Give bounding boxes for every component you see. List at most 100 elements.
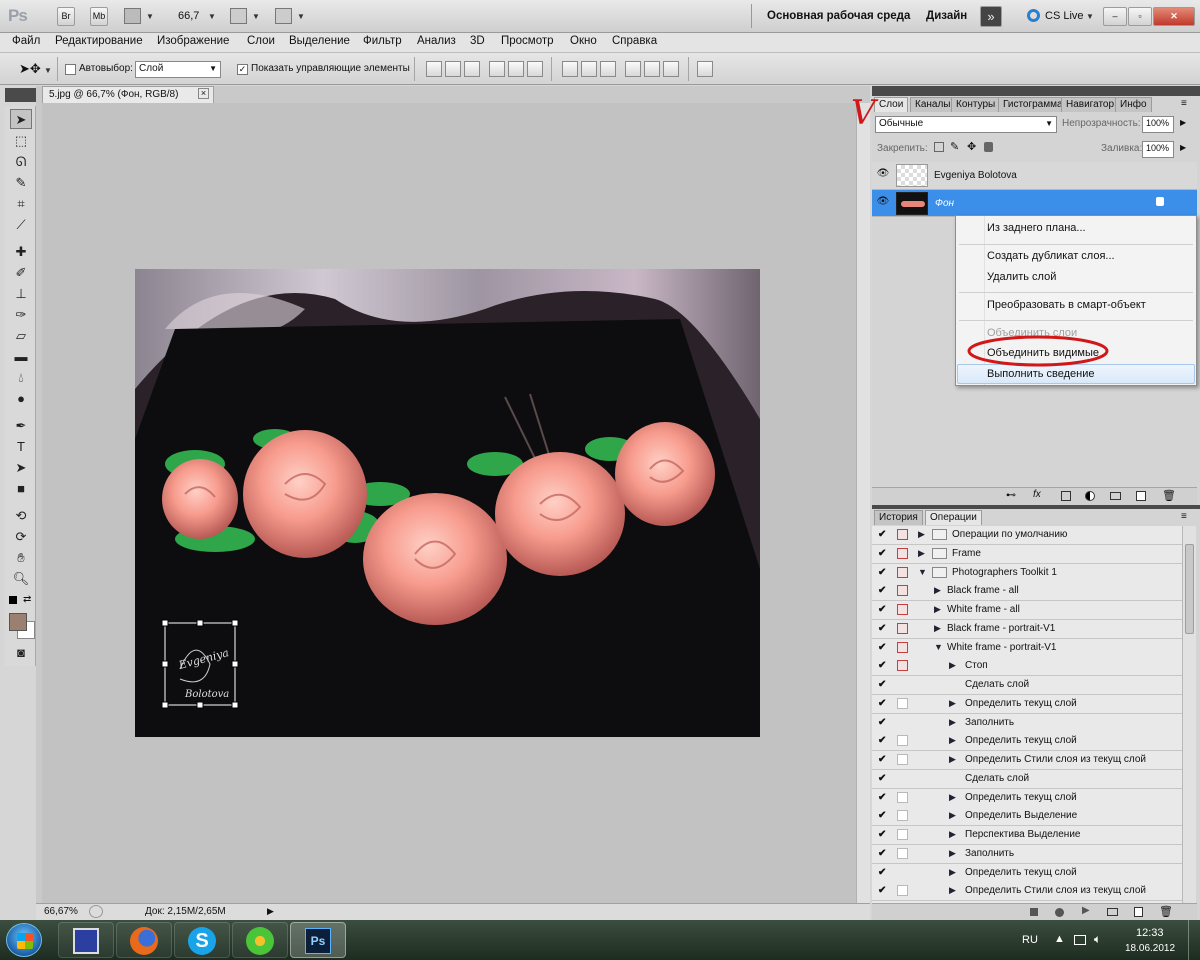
- eye-icon[interactable]: 👁︎: [876, 168, 890, 182]
- context-item-duplicate-layer[interactable]: Создать дубликат слоя...: [987, 250, 1115, 262]
- context-item-flatten-image[interactable]: Выполнить сведение: [987, 368, 1095, 380]
- history-brush-tool-icon[interactable]: ✑: [10, 305, 32, 325]
- chevron-right-icon[interactable]: ▶: [934, 585, 941, 596]
- toggle-checkmark-icon[interactable]: ✔: [878, 792, 889, 803]
- menu-analysis[interactable]: Анализ: [417, 35, 456, 47]
- menu-3d[interactable]: 3D: [470, 35, 485, 47]
- play-icon[interactable]: ▶: [1082, 905, 1090, 916]
- menu-filter[interactable]: Фильтр: [363, 35, 402, 47]
- autoselect-checkbox[interactable]: [65, 64, 76, 75]
- tab-histogram[interactable]: Гистограмма: [998, 97, 1068, 112]
- lock-position-icon[interactable]: ✥: [967, 140, 976, 153]
- toolbox-header[interactable]: [5, 88, 36, 102]
- brush-tool-icon[interactable]: ✐: [10, 263, 32, 283]
- pen-tool-icon[interactable]: ✒: [10, 416, 32, 436]
- clock-time[interactable]: 12:33: [1136, 927, 1164, 939]
- action-row[interactable]: ✔ ▶ Black frame - portrait-V1: [872, 620, 1182, 639]
- healing-brush-tool-icon[interactable]: ✚: [10, 242, 32, 262]
- toggle-checkmark-icon[interactable]: ✔: [878, 604, 889, 615]
- chevron-right-icon[interactable]: ▶: [918, 529, 925, 540]
- dialog-toggle-icon[interactable]: [897, 548, 908, 559]
- toggle-checkmark-icon[interactable]: ✔: [878, 623, 889, 634]
- action-step-row[interactable]: ✔ ▶ Стоп: [872, 657, 1182, 676]
- toggle-checkmark-icon[interactable]: ✔: [878, 660, 889, 671]
- 3d-orbit-tool-icon[interactable]: ⟳: [10, 527, 32, 547]
- move-tool-icon[interactable]: ➤: [10, 109, 32, 129]
- toggle-checkmark-icon[interactable]: ✔: [878, 567, 889, 578]
- toggle-checkmark-icon[interactable]: ✔: [878, 679, 889, 690]
- context-item-delete-layer[interactable]: Удалить слой: [987, 271, 1056, 283]
- dialog-toggle-icon[interactable]: [897, 698, 908, 709]
- action-step-row[interactable]: ✔ ▶ Определить текущ слой: [872, 732, 1182, 751]
- chevron-right-icon[interactable]: ▶: [949, 698, 956, 709]
- dialog-toggle-icon[interactable]: [897, 848, 908, 859]
- dialog-toggle-icon[interactable]: [897, 829, 908, 840]
- lock-pixels-icon[interactable]: ✎: [950, 140, 959, 153]
- taskbar-photoshop[interactable]: Ps: [290, 922, 346, 958]
- chevron-right-icon[interactable]: ▶: [949, 829, 956, 840]
- foreground-color-swatch[interactable]: [9, 613, 27, 631]
- action-step-row[interactable]: ✔ ▶ Заполнить: [872, 845, 1182, 864]
- menu-edit[interactable]: Редактирование: [55, 35, 143, 47]
- add-mask-icon[interactable]: [1061, 491, 1071, 501]
- chevron-right-icon[interactable]: ▶: [934, 604, 941, 615]
- align-left-icon[interactable]: [489, 61, 505, 77]
- chevron-down-icon[interactable]: ▼: [208, 12, 216, 21]
- action-step-row[interactable]: ✔ ▶ Определить текущ слой: [872, 864, 1182, 883]
- document-tab[interactable]: 5.jpg @ 66,7% (Фон, RGB/8) ×: [42, 86, 214, 103]
- chevron-right-icon[interactable]: ▶: [949, 848, 956, 859]
- chevron-right-icon[interactable]: ▶: [934, 623, 941, 634]
- start-button[interactable]: [6, 923, 42, 957]
- default-colors-icon[interactable]: [9, 596, 17, 604]
- tab-info[interactable]: Инфо: [1115, 97, 1152, 112]
- eraser-tool-icon[interactable]: ▱: [10, 326, 32, 346]
- chevron-right-icon[interactable]: ▶: [949, 660, 956, 671]
- chevron-right-icon[interactable]: ▶: [949, 810, 956, 821]
- dialog-toggle-icon[interactable]: [897, 567, 908, 578]
- menu-file[interactable]: Файл: [12, 35, 40, 47]
- clone-stamp-tool-icon[interactable]: ⊥: [10, 284, 32, 304]
- tab-channels[interactable]: Каналы: [910, 97, 956, 112]
- chevron-right-icon[interactable]: ▶: [949, 717, 956, 728]
- trash-icon[interactable]: 🗑︎: [1159, 905, 1173, 918]
- new-group-icon[interactable]: [1110, 492, 1121, 500]
- toggle-checkmark-icon[interactable]: ✔: [878, 698, 889, 709]
- align-vertical-center-icon[interactable]: [445, 61, 461, 77]
- actions-dock-header[interactable]: [872, 505, 1200, 509]
- action-step-row[interactable]: ✔ Сделать слой: [872, 770, 1182, 789]
- workspace-design[interactable]: Дизайн: [926, 10, 967, 22]
- show-transform-controls-checkbox[interactable]: ✓: [237, 64, 248, 75]
- move-tool-preset-icon[interactable]: ➤✥: [19, 61, 41, 77]
- dialog-toggle-icon[interactable]: [897, 660, 908, 671]
- tab-navigator[interactable]: Навигатор: [1061, 97, 1120, 112]
- action-step-row[interactable]: ✔ ▶ Определить Стили слоя из текущ слой: [872, 751, 1182, 770]
- action-step-row[interactable]: ✔ ▶ Определить текущ слой: [872, 695, 1182, 714]
- align-bottom-icon[interactable]: [464, 61, 480, 77]
- link-layers-icon[interactable]: ⊷: [1006, 490, 1016, 501]
- quick-selection-tool-icon[interactable]: ✎: [10, 173, 32, 193]
- minimize-button[interactable]: –: [1103, 7, 1127, 26]
- zoom-level[interactable]: 66,7: [178, 10, 199, 22]
- toggle-checkmark-icon[interactable]: ✔: [878, 585, 889, 596]
- action-step-row[interactable]: ✔ ▶ Определить текущ слой: [872, 789, 1182, 808]
- dialog-toggle-icon[interactable]: [897, 810, 908, 821]
- menu-layers[interactable]: Слои: [247, 35, 275, 47]
- autoselect-dropdown[interactable]: Слой ▼: [135, 61, 221, 78]
- crop-tool-icon[interactable]: ⌗: [10, 194, 32, 214]
- action-row[interactable]: ✔ ▼ White frame - portrait-V1: [872, 639, 1182, 658]
- bridge-button[interactable]: Br: [57, 7, 75, 26]
- chevron-right-icon[interactable]: ▶: [1180, 118, 1186, 127]
- mini-bridge-button[interactable]: Mb: [90, 7, 108, 26]
- tab-actions[interactable]: Операции: [925, 510, 982, 525]
- distribute-left-icon[interactable]: [625, 61, 641, 77]
- align-right-icon[interactable]: [527, 61, 543, 77]
- action-step-row[interactable]: ✔ Сделать слой: [872, 676, 1182, 695]
- adjustment-layer-icon[interactable]: [1085, 491, 1095, 501]
- action-step-row[interactable]: ✔ ▶ Определить Выделение: [872, 807, 1182, 826]
- quick-mask-icon[interactable]: ◙: [10, 643, 32, 663]
- panel-menu-icon[interactable]: ≡: [1181, 98, 1187, 109]
- volume-icon[interactable]: 🔈︎: [1094, 932, 1101, 947]
- chevron-right-icon[interactable]: ▶: [949, 754, 956, 765]
- network-icon[interactable]: [1074, 935, 1086, 945]
- view-extras-icon[interactable]: [124, 8, 141, 24]
